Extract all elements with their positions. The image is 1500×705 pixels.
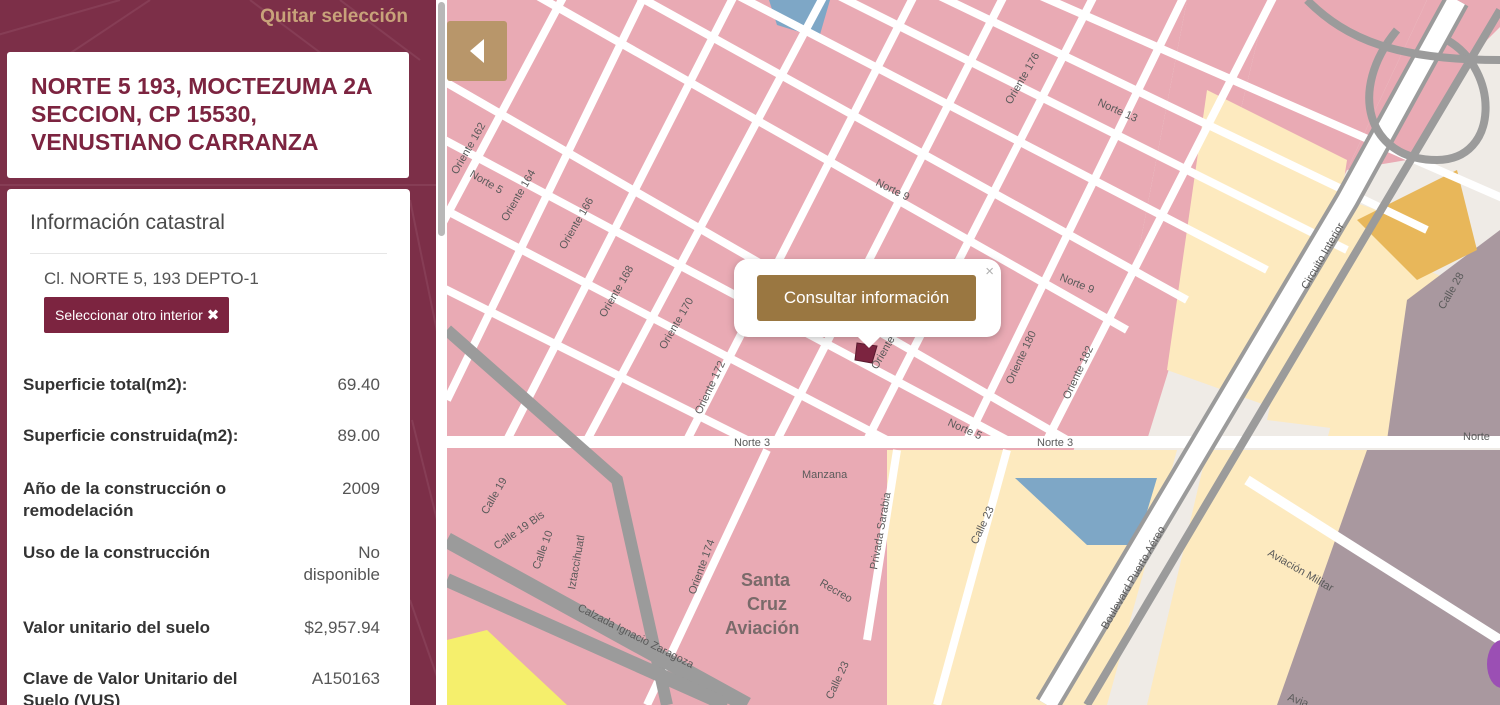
sidebar-panel: Quitar selección NORTE 5 193, MOCTEZUMA …	[0, 0, 447, 705]
info-row-land-unit-value: Valor unitario del suelo $2,957.94	[23, 617, 380, 639]
close-icon: ✖	[206, 307, 220, 324]
info-row-label: Superficie total(m2):	[23, 375, 188, 394]
info-row-label: Clave de Valor Unitario del Suelo (VUS)	[23, 669, 238, 705]
neighborhood-label: Aviación	[725, 618, 799, 638]
map-popup: × Consultar información	[734, 259, 1001, 348]
address-card: NORTE 5 193, MOCTEZUMA 2A SECCION, CP 15…	[7, 52, 409, 178]
clear-selection-link[interactable]: Quitar selección	[260, 6, 408, 28]
info-row-value: A150163	[311, 669, 380, 688]
map-label: Manzana	[802, 469, 848, 481]
info-row-value: No disponible	[303, 543, 380, 584]
address-title: NORTE 5 193, MOCTEZUMA 2A SECCION, CP 15…	[31, 73, 372, 155]
info-row-value: $2,957.94	[304, 618, 380, 637]
map-view[interactable]: Norte 13 Norte 9 Norte 9 Norte 5 Norte 5…	[447, 0, 1500, 705]
chevron-left-icon	[470, 39, 484, 63]
sidebar-scrollbar[interactable]	[436, 0, 447, 705]
info-row-vus-key: Clave de Valor Unitario del Suelo (VUS) …	[23, 668, 380, 705]
neighborhood-label: Cruz	[747, 594, 787, 614]
cadastral-info-title: Información catastral	[30, 211, 387, 254]
map-label: Norte 3	[734, 437, 770, 449]
neighborhood-label: Santa	[741, 570, 791, 590]
scrollbar-thumb[interactable]	[438, 2, 445, 236]
info-row-value: 2009	[342, 479, 380, 498]
interior-address: Cl. NORTE 5, 193 DEPTO-1	[44, 269, 259, 288]
collapse-sidebar-button[interactable]	[447, 21, 507, 81]
info-row-label: Uso de la construcción	[23, 543, 211, 562]
map-label: Norte	[1463, 431, 1490, 443]
info-row-built-area: Superficie construida(m2): 89.00	[23, 425, 380, 447]
info-row-construction-year: Año de la construcción o remodelación 20…	[23, 478, 380, 522]
select-other-interior-label: Seleccionar otro interior	[55, 307, 203, 323]
info-row-total-area: Superficie total(m2): 69.40	[23, 374, 380, 396]
info-row-label: Superficie construida(m2):	[23, 426, 239, 445]
info-row-label: Valor unitario del suelo	[23, 618, 211, 637]
close-icon[interactable]: ×	[985, 263, 994, 280]
map-label: Norte 3	[1037, 437, 1073, 449]
info-row-value: 89.00	[337, 426, 380, 445]
info-row-value: 69.40	[337, 375, 380, 394]
info-row-label: Año de la construcción o remodelación	[23, 479, 227, 520]
consult-info-button[interactable]: Consultar información	[757, 275, 976, 321]
map-canvas[interactable]: Norte 13 Norte 9 Norte 9 Norte 5 Norte 5…	[447, 0, 1500, 705]
select-other-interior-button[interactable]: Seleccionar otro interior ✖	[44, 297, 230, 333]
info-row-construction-use: Uso de la construcción No disponible	[23, 542, 380, 586]
